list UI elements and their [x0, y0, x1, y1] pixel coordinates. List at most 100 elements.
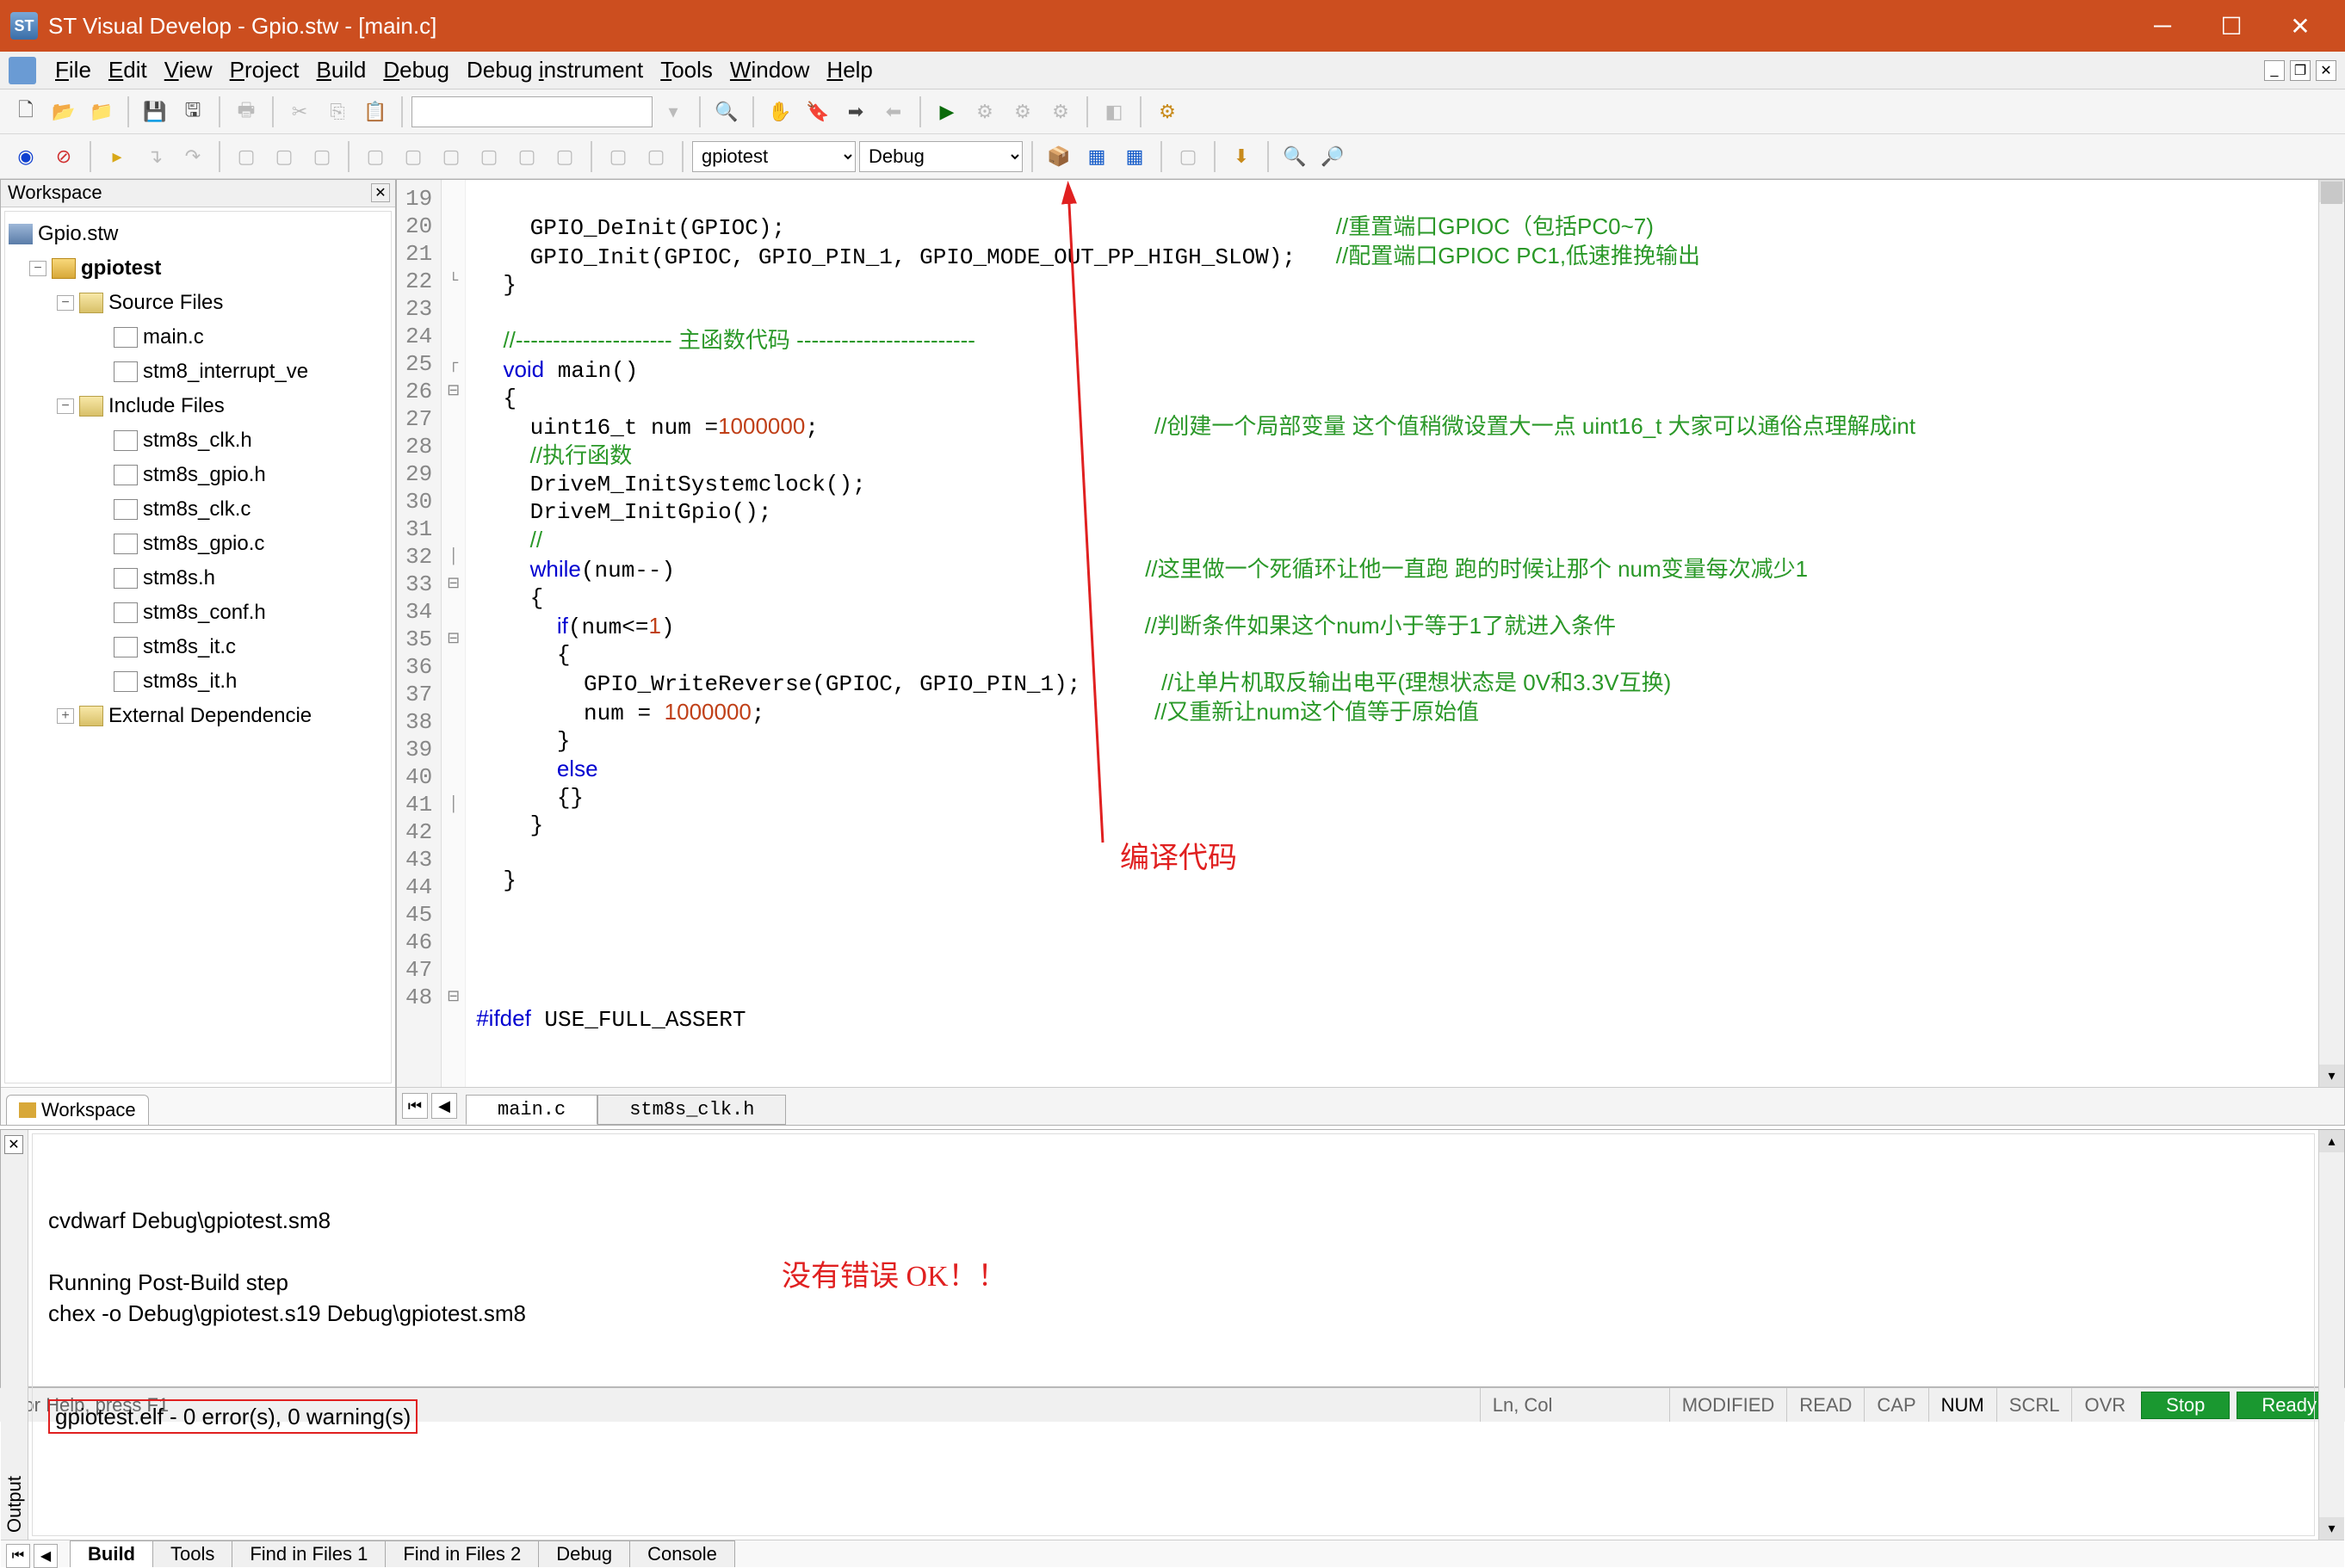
mdi-close-icon[interactable]: ✕ — [2316, 60, 2336, 81]
menu-tools[interactable]: Tools — [653, 53, 720, 86]
workspace-tree[interactable]: Gpio.stw −gpiotest −Source Files main.cs… — [4, 211, 392, 1083]
hand-icon[interactable]: ✋ — [763, 95, 797, 129]
tab-nav-prev-icon[interactable]: ◀ — [34, 1544, 58, 1568]
editor-vscrollbar[interactable]: ▴ ▾ — [2318, 180, 2344, 1087]
dbg-b-icon[interactable]: ▢ — [267, 139, 301, 174]
find-next-icon[interactable]: ▾ — [656, 95, 690, 129]
bld-a-icon[interactable]: ▢ — [1171, 139, 1205, 174]
dbg-e-icon[interactable]: ▢ — [396, 139, 430, 174]
output-text[interactable]: cvdwarf Debug\gpiotest.sm8 Running Post-… — [32, 1133, 2315, 1536]
mdi-restore-icon[interactable]: ❐ — [2290, 60, 2311, 81]
tab-nav-prev-icon[interactable]: ◀ — [431, 1093, 457, 1119]
step-into-icon[interactable]: ↴ — [138, 139, 172, 174]
menu-window[interactable]: Window — [723, 53, 816, 86]
workspace-root[interactable]: Gpio.stw — [38, 217, 118, 251]
bookmark-prev-icon[interactable]: ⬅ — [876, 95, 911, 129]
settings-icon[interactable]: ⚙ — [1150, 95, 1185, 129]
scroll-up-icon[interactable]: ▴ — [2319, 1130, 2344, 1152]
file-stm8_interrupt_ve[interactable]: stm8_interrupt_ve — [143, 355, 308, 389]
menu-help[interactable]: Help — [820, 53, 879, 86]
tool-icon-d[interactable]: ◧ — [1097, 95, 1131, 129]
output-tab-build[interactable]: Build — [70, 1540, 153, 1567]
output-tab-tools[interactable]: Tools — [152, 1540, 232, 1567]
file-stm8s_clk-h[interactable]: stm8s_clk.h — [143, 423, 252, 458]
close-button[interactable]: ✕ — [2266, 0, 2335, 52]
tab-nav-first-icon[interactable]: ⏮ — [6, 1544, 30, 1568]
editor-tab-main-c[interactable]: main.c — [466, 1095, 597, 1125]
dbg-g-icon[interactable]: ▢ — [472, 139, 506, 174]
config-select[interactable]: Debug — [859, 141, 1023, 172]
open-file-icon[interactable]: 📂 — [46, 95, 81, 129]
tool-icon-c[interactable]: ⚙ — [1043, 95, 1078, 129]
output-tab-find-in-files-1[interactable]: Find in Files 1 — [232, 1540, 386, 1567]
dbg-i-icon[interactable]: ▢ — [548, 139, 582, 174]
bookmark-toggle-icon[interactable]: 🔖 — [801, 95, 835, 129]
file-stm8s_gpio-h[interactable]: stm8s_gpio.h — [143, 458, 266, 492]
tab-nav-first-icon[interactable]: ⏮ — [402, 1093, 428, 1119]
dbg-k-icon[interactable]: ▢ — [639, 139, 673, 174]
open-workspace-icon[interactable]: 📁 — [84, 95, 119, 129]
output-vscrollbar[interactable]: ▴ ▾ — [2318, 1130, 2344, 1540]
compile-icon[interactable]: 📦 — [1042, 139, 1076, 174]
rebuild-icon[interactable]: ▦ — [1117, 139, 1152, 174]
menu-view[interactable]: View — [158, 53, 220, 86]
output-tab-find-in-files-2[interactable]: Find in Files 2 — [385, 1540, 539, 1567]
menu-project[interactable]: Project — [223, 53, 306, 86]
go-icon[interactable]: ▶ — [930, 95, 964, 129]
output-close-icon[interactable]: ✕ — [4, 1135, 23, 1154]
fold-column[interactable]: └┌⊟│⊟⊟│⊟ — [442, 180, 466, 1087]
save-icon[interactable]: 💾 — [138, 95, 172, 129]
file-stm8s_it-h[interactable]: stm8s_it.h — [143, 664, 237, 699]
bookmark-next-icon[interactable]: ➡ — [838, 95, 873, 129]
debug-stop-icon[interactable]: ⊘ — [46, 139, 81, 174]
external-deps-folder[interactable]: External Dependencie — [108, 699, 312, 733]
save-all-icon[interactable]: 🖫 — [176, 95, 210, 129]
code-area[interactable]: GPIO_DeInit(GPIOC); //重置端口GPIOC（包括PC0~7)… — [466, 180, 2318, 1087]
step-over-icon[interactable]: ↷ — [176, 139, 210, 174]
dbg-c-icon[interactable]: ▢ — [305, 139, 339, 174]
file-stm8s_conf-h[interactable]: stm8s_conf.h — [143, 596, 266, 630]
print-icon[interactable]: 🖶 — [229, 95, 263, 129]
menu-debug[interactable]: Debug — [376, 53, 456, 86]
target-select[interactable]: gpiotest — [692, 141, 856, 172]
source-files-folder[interactable]: Source Files — [108, 286, 223, 320]
file-stm8s_gpio-c[interactable]: stm8s_gpio.c — [143, 527, 264, 561]
scroll-thumb[interactable] — [2321, 182, 2342, 204]
app-menu-icon[interactable] — [9, 57, 36, 84]
tool-icon-a[interactable]: ⚙ — [968, 95, 1002, 129]
dbg-f-icon[interactable]: ▢ — [434, 139, 468, 174]
expand-icon[interactable]: + — [57, 708, 74, 724]
include-files-folder[interactable]: Include Files — [108, 389, 225, 423]
collapse-icon[interactable]: − — [29, 261, 46, 276]
minimize-button[interactable]: ─ — [2128, 0, 2197, 52]
tool-icon-b[interactable]: ⚙ — [1005, 95, 1040, 129]
find-combo[interactable] — [411, 96, 653, 127]
editor-tab-stm8s_clk-h[interactable]: stm8s_clk.h — [597, 1095, 786, 1125]
collapse-icon[interactable]: − — [57, 398, 74, 414]
output-tab-debug[interactable]: Debug — [538, 1540, 630, 1567]
file-stm8s_it-c[interactable]: stm8s_it.c — [143, 630, 236, 664]
new-file-icon[interactable]: 🗋 — [9, 95, 43, 129]
dbg-j-icon[interactable]: ▢ — [601, 139, 635, 174]
view-b-icon[interactable]: 🔎 — [1315, 139, 1350, 174]
download-icon[interactable]: ⬇ — [1224, 139, 1259, 174]
build-icon[interactable]: ▦ — [1080, 139, 1114, 174]
output-tab-console[interactable]: Console — [629, 1540, 735, 1567]
dbg-h-icon[interactable]: ▢ — [510, 139, 544, 174]
scroll-down-icon[interactable]: ▾ — [2319, 1065, 2344, 1087]
menu-debug-instrument[interactable]: Debug instrument — [460, 53, 650, 86]
collapse-icon[interactable]: − — [57, 295, 74, 311]
file-stm8s_clk-c[interactable]: stm8s_clk.c — [143, 492, 251, 527]
mdi-minimize-icon[interactable]: _ — [2264, 60, 2285, 81]
cut-icon[interactable]: ✂ — [282, 95, 317, 129]
file-stm8s-h[interactable]: stm8s.h — [143, 561, 215, 596]
find-in-files-icon[interactable]: 🔍 — [709, 95, 744, 129]
dbg-d-icon[interactable]: ▢ — [358, 139, 393, 174]
workspace-close-icon[interactable]: ✕ — [371, 183, 390, 202]
project-node[interactable]: gpiotest — [81, 251, 161, 286]
file-main-c[interactable]: main.c — [143, 320, 204, 355]
dbg-a-icon[interactable]: ▢ — [229, 139, 263, 174]
paste-icon[interactable]: 📋 — [358, 95, 393, 129]
menu-file[interactable]: File — [48, 53, 98, 86]
maximize-button[interactable]: ☐ — [2197, 0, 2266, 52]
